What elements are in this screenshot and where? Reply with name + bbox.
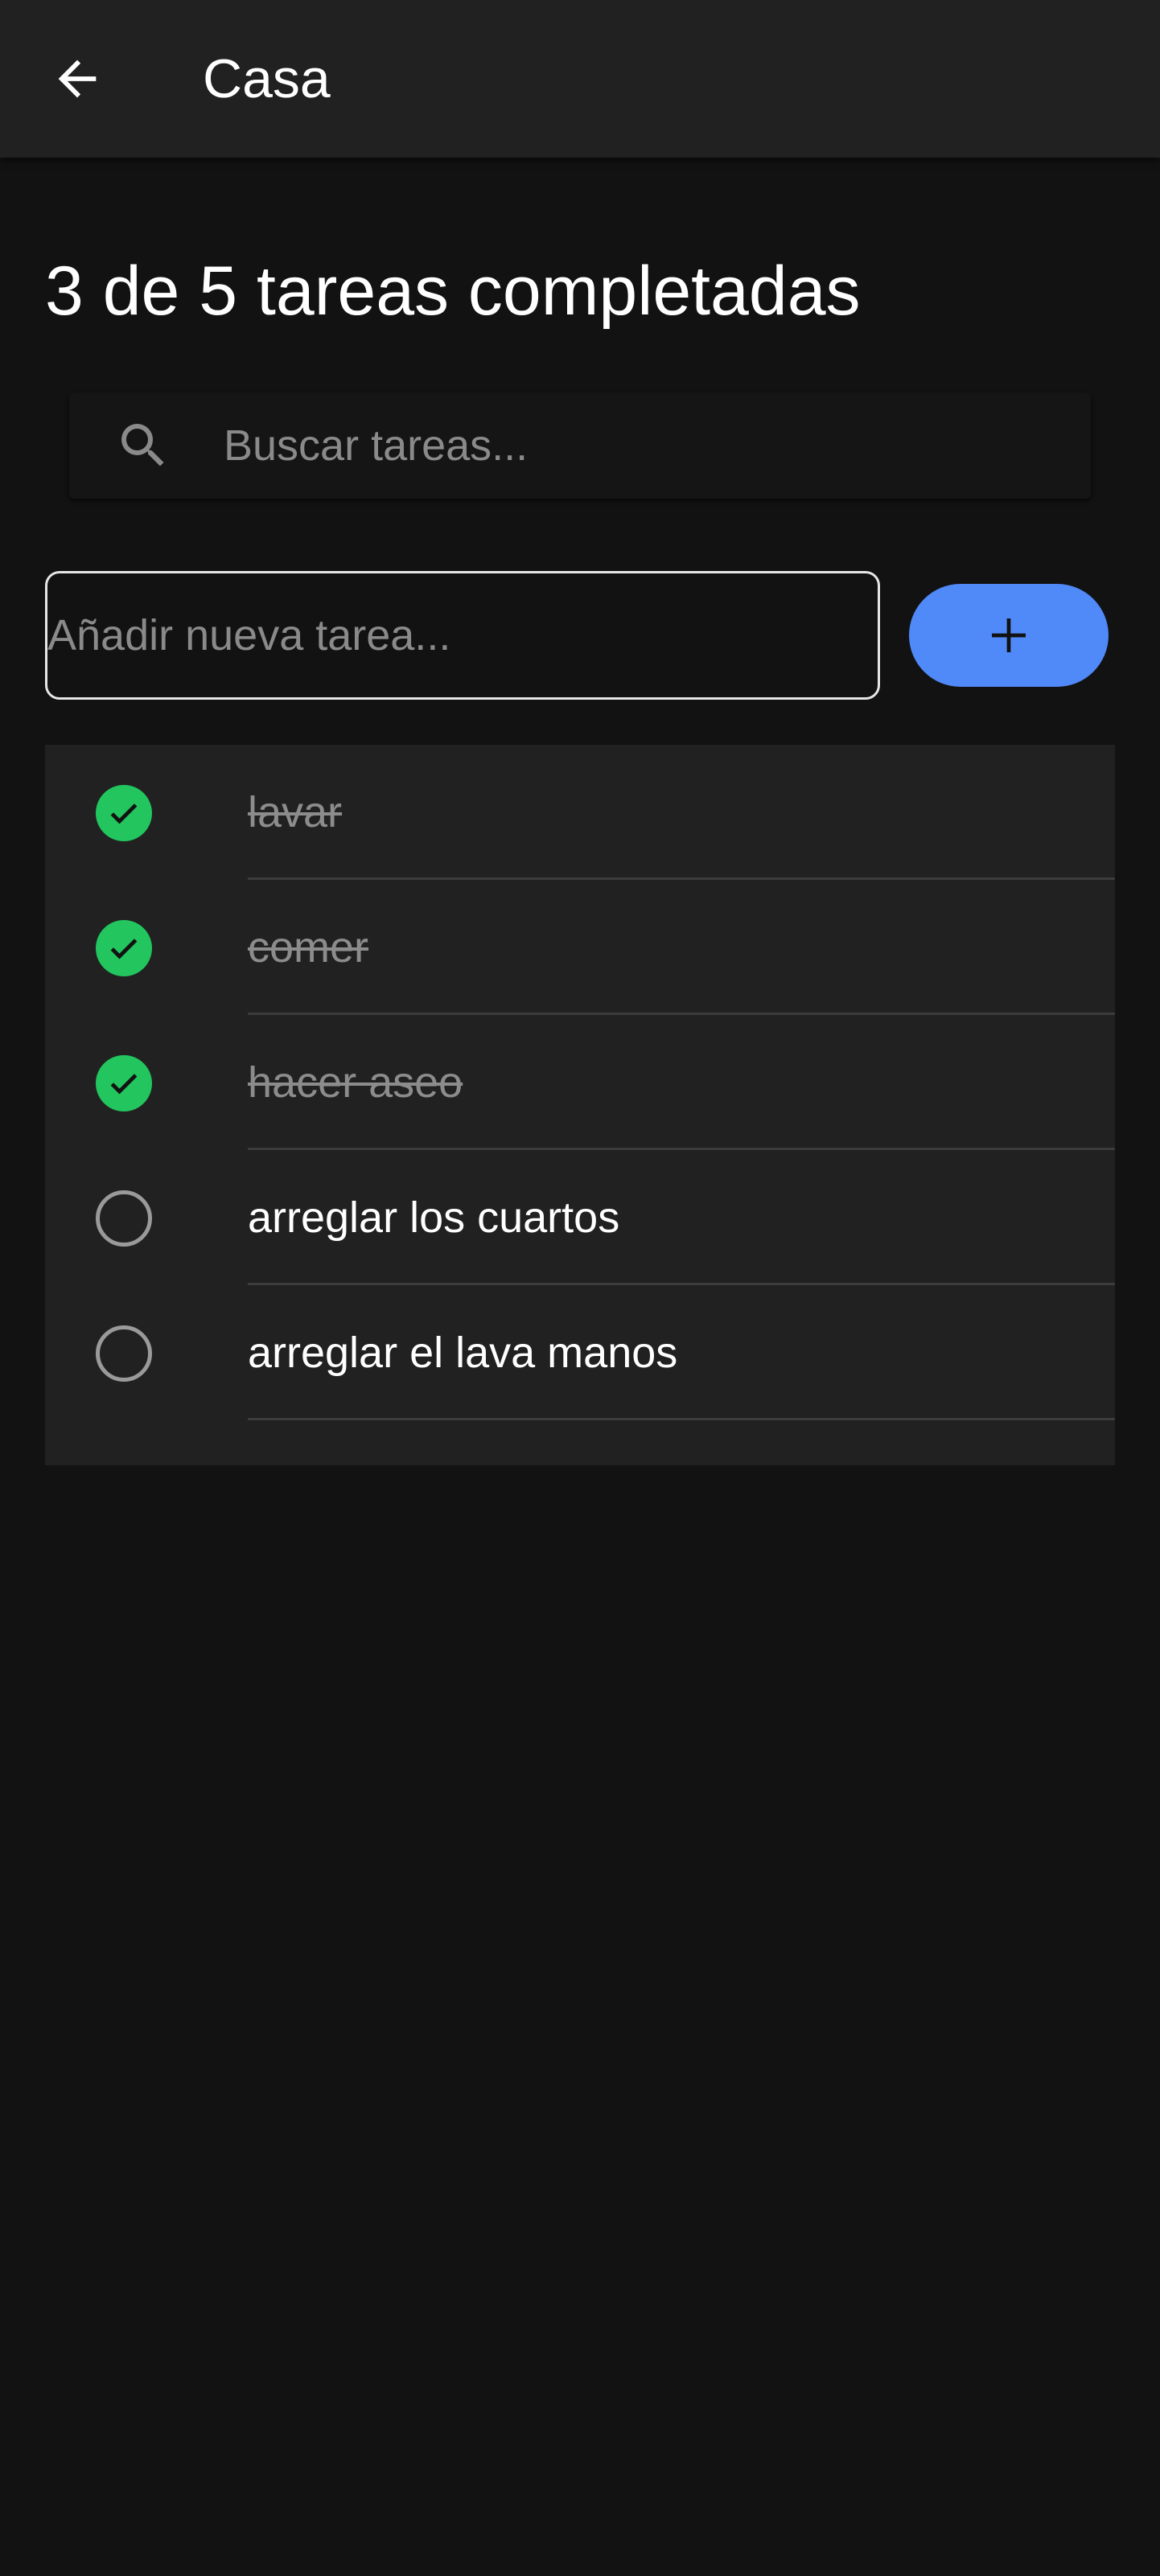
app-bar: Casa <box>0 0 1160 158</box>
completion-summary: 3 de 5 tareas completadas <box>45 253 861 330</box>
task-item[interactable]: lavar <box>45 745 1115 880</box>
checked-circle-icon[interactable] <box>96 920 152 976</box>
task-label: comer <box>248 923 369 972</box>
empty-circle-icon[interactable] <box>96 1190 152 1247</box>
task-item[interactable]: arreglar los cuartos <box>45 1150 1115 1285</box>
task-label: lavar <box>248 788 343 836</box>
search-input[interactable] <box>222 392 1067 499</box>
divider <box>248 1418 1115 1420</box>
task-item[interactable]: comer <box>45 880 1115 1015</box>
task-list: lavar comer hacer aseo arreglar los cuar… <box>45 745 1115 1465</box>
checked-circle-icon[interactable] <box>96 785 152 841</box>
arrow-left-icon <box>49 51 105 107</box>
task-item[interactable]: arreglar el lava manos <box>45 1285 1115 1420</box>
task-item[interactable]: hacer aseo <box>45 1015 1115 1150</box>
page-title: Casa <box>203 48 331 109</box>
search-bar[interactable] <box>69 392 1091 499</box>
task-label: hacer aseo <box>248 1058 463 1107</box>
empty-circle-icon[interactable] <box>96 1325 152 1382</box>
checked-circle-icon[interactable] <box>96 1055 152 1111</box>
plus-icon <box>986 613 1031 658</box>
task-label: arreglar los cuartos <box>248 1194 620 1242</box>
back-button[interactable] <box>32 39 122 119</box>
task-label: arreglar el lava manos <box>248 1329 678 1377</box>
add-task-button[interactable] <box>909 584 1109 687</box>
new-task-input[interactable] <box>45 571 880 700</box>
search-icon <box>114 417 172 475</box>
